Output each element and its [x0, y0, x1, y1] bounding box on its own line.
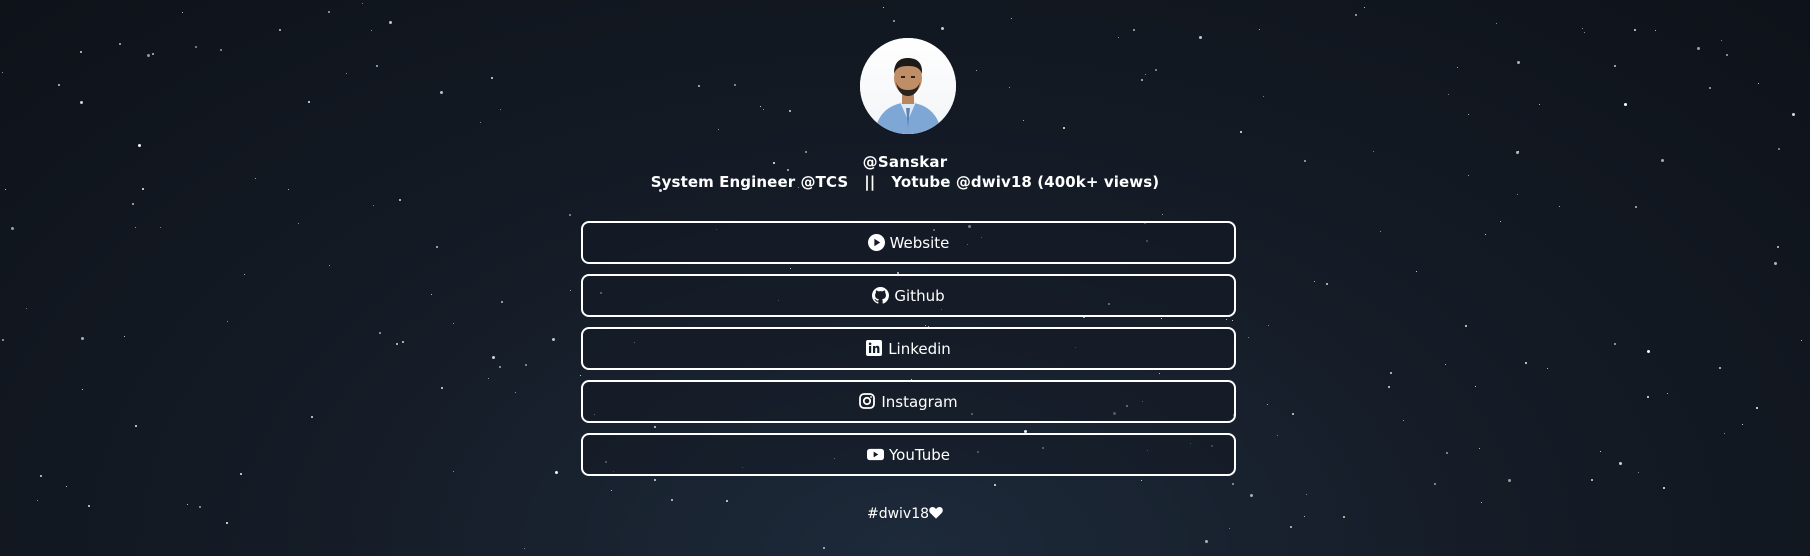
avatar-photo — [860, 38, 956, 134]
avatar — [860, 38, 956, 134]
website-link-label: Website — [889, 233, 950, 252]
website-link-button[interactable]: Website — [581, 221, 1236, 264]
footer: #dwiv18 — [0, 506, 1810, 522]
github-link-button[interactable]: Github — [581, 274, 1236, 317]
profile-handle: @Sanskar — [862, 153, 948, 171]
youtube-icon — [867, 446, 884, 463]
youtube-link-button[interactable]: YouTube — [581, 433, 1236, 476]
heart-icon — [929, 506, 943, 519]
footer-tag: #dwiv18 — [866, 506, 930, 522]
profile-bio: System Engineer @TCS || Yotube @dwiv18 (… — [650, 173, 1160, 191]
link-list: Website Github Linkedin Instagram YouTub… — [581, 221, 1236, 486]
profile-page: @Sanskar System Engineer @TCS || Yotube … — [0, 0, 1810, 556]
linkedin-link-button[interactable]: Linkedin — [581, 327, 1236, 370]
youtube-link-label: YouTube — [889, 445, 950, 464]
linkedin-icon — [866, 340, 883, 357]
play-circle-icon — [867, 234, 885, 251]
linkedin-link-label: Linkedin — [888, 339, 951, 358]
github-icon — [872, 287, 890, 304]
instagram-link-button[interactable]: Instagram — [581, 380, 1236, 423]
github-link-label: Github — [894, 286, 945, 305]
instagram-link-label: Instagram — [881, 392, 958, 411]
instagram-icon — [859, 393, 876, 410]
